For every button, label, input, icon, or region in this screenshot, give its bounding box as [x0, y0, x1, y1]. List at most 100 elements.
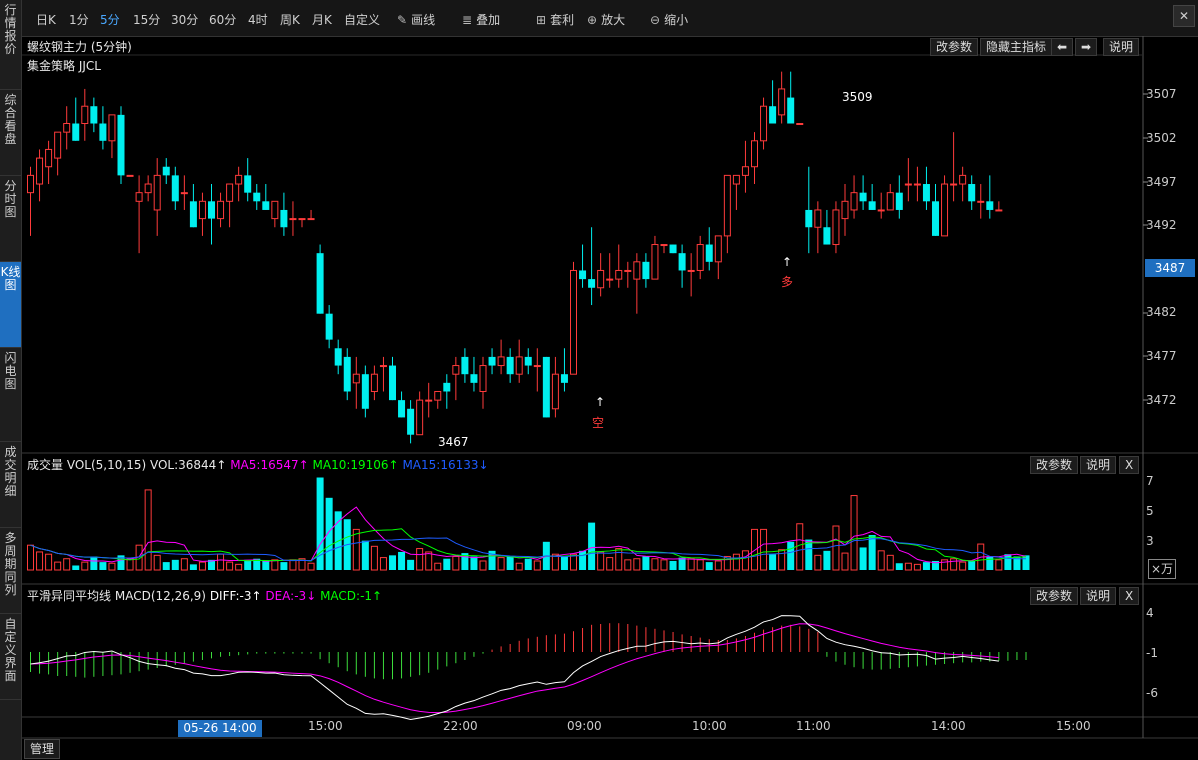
arrow-right-icon: ➡ [1081, 40, 1092, 54]
volume-bar [950, 558, 958, 571]
volume-bar [959, 561, 967, 571]
time-axis-label: 15:00 [308, 719, 343, 733]
volume-bar [108, 562, 116, 571]
next-arrow-button[interactable]: ➡ [1075, 38, 1098, 56]
hide-indicator-button[interactable]: 隐藏主指标 [980, 38, 1053, 56]
price-tick: 3507 [1146, 87, 1177, 101]
volume-bar [171, 559, 179, 570]
candle-body [841, 200, 849, 220]
volume-bar [162, 562, 170, 570]
main-title: 螺纹钢主力 (5分钟) [27, 40, 132, 54]
vol-params: VOL(5,10,15) [66, 458, 147, 472]
candle-body [370, 373, 378, 392]
arrow-left-icon: ⬅ [1057, 40, 1068, 54]
candle-body [533, 365, 541, 368]
volume-bar [72, 565, 80, 570]
volume-bar [560, 556, 568, 570]
volume-bar [497, 557, 505, 571]
candle-body [189, 201, 197, 228]
candle-body [913, 183, 921, 186]
volume-bar [913, 563, 921, 571]
volume-bar [379, 557, 387, 571]
prev-arrow-button[interactable]: ⬅ [1051, 38, 1074, 56]
candle-body [416, 399, 424, 436]
candle-body [208, 201, 215, 219]
candle-body [678, 253, 686, 271]
main-help-button[interactable]: 说明 [1103, 38, 1140, 56]
macd-value: MACD:-1↑ [320, 589, 383, 603]
candle-body [787, 97, 795, 124]
volume-bar [787, 541, 795, 570]
candlestick-series [27, 71, 1003, 444]
macd-close-button[interactable]: X [1119, 587, 1140, 605]
volume-bar [588, 522, 596, 570]
volume-bar [506, 556, 514, 570]
candle-body [941, 183, 949, 237]
vol-tick: 7 [1146, 474, 1154, 488]
macd-tick: -1 [1146, 646, 1158, 660]
volume-bar [217, 553, 225, 571]
vol-close-button[interactable]: X [1119, 456, 1140, 474]
candle-body [904, 183, 912, 186]
candle-body [524, 356, 532, 366]
volume-bar [886, 554, 894, 571]
candle-body [253, 192, 261, 202]
candle-body [895, 192, 903, 210]
volume-bar [352, 528, 360, 571]
candle-body [144, 183, 152, 194]
vol-params-button[interactable]: 改参数 [1030, 456, 1079, 474]
volume-bar [479, 560, 487, 571]
candle-body [986, 201, 994, 210]
volume-bar [732, 553, 740, 571]
volume-bar [669, 560, 677, 570]
macd-help-button[interactable]: 说明 [1080, 587, 1117, 605]
main-params-button[interactable]: 改参数 [930, 38, 979, 56]
candle-body [805, 209, 813, 228]
candle-body [868, 201, 876, 210]
price-tick: 3492 [1146, 218, 1177, 232]
volume-bar [470, 556, 478, 570]
volume-bar [180, 558, 188, 571]
manage-tab[interactable]: 管理 [24, 739, 61, 759]
candle-body [651, 244, 659, 280]
volume-bar [325, 497, 333, 570]
candle-body [932, 201, 939, 236]
volume-bar [760, 528, 768, 571]
volume-bar [660, 559, 668, 571]
volume-bar [741, 550, 749, 571]
candle-body [389, 365, 396, 401]
volume-bar [54, 561, 62, 571]
candle-body [81, 105, 89, 125]
volume-bar [235, 563, 243, 571]
candle-body [488, 356, 496, 366]
candle-body [741, 166, 749, 176]
candle-body [633, 261, 641, 280]
volume-bar [1022, 555, 1030, 570]
vol-help-button[interactable]: 说明 [1080, 456, 1117, 474]
candle-body [669, 244, 677, 254]
price-tick: 3497 [1146, 175, 1177, 189]
vol-value: VOL:36844↑ [149, 458, 227, 472]
candle-body [352, 373, 360, 384]
volume-bar [615, 548, 623, 571]
candle-body [162, 166, 170, 176]
volume-bar [443, 558, 451, 570]
candle-body [687, 269, 695, 272]
volume-bar [805, 539, 813, 570]
volume-bar [389, 555, 396, 570]
candle-body [90, 106, 98, 124]
volume-bar [633, 558, 641, 571]
candle-body [823, 227, 831, 245]
volume-bar [271, 559, 279, 571]
candle-body [769, 106, 777, 124]
macd-params-button[interactable]: 改参数 [1030, 587, 1079, 605]
macd-dea: DEA:-3↓ [265, 589, 317, 603]
candle-body [950, 183, 958, 186]
volume-bar [289, 559, 297, 571]
time-axis-label: 15:00 [1056, 719, 1091, 733]
candle-body [45, 148, 53, 168]
time-axis-highlight: 05-26 14:00 [178, 720, 262, 737]
vol-ma5: MA5:16547↑ [230, 458, 309, 472]
high-price-label: 3509 [842, 90, 873, 104]
chart-area[interactable] [0, 0, 1198, 760]
